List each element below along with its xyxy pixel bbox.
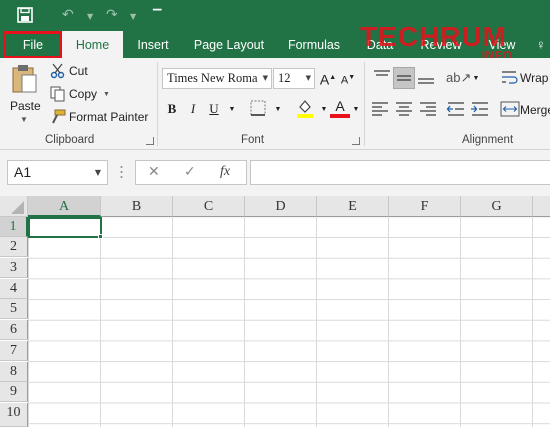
font-dialog-launcher[interactable]	[352, 137, 360, 145]
bold-button[interactable]: B	[162, 99, 182, 119]
undo-icon[interactable]: ↶	[62, 6, 74, 24]
tab-insert[interactable]: Insert	[132, 31, 174, 58]
redo-dropdown-icon[interactable]: ▼	[130, 8, 136, 26]
font-name-combo[interactable]: Times New Roma ▼	[162, 68, 272, 89]
scissors-icon	[50, 63, 65, 79]
top-align-icon[interactable]	[372, 68, 392, 86]
redo-icon[interactable]: ↷	[106, 6, 118, 24]
column-header-c[interactable]: C	[173, 196, 245, 217]
fill-handle[interactable]	[98, 234, 103, 239]
wrap-text-icon[interactable]	[500, 68, 520, 86]
align-right-icon[interactable]	[418, 100, 438, 118]
copy-label: Copy	[69, 87, 98, 101]
column-header-d[interactable]: D	[245, 196, 317, 217]
group-divider	[364, 62, 365, 146]
active-cell-a1[interactable]	[28, 217, 102, 238]
align-left-icon[interactable]	[370, 100, 390, 118]
font-size-value: 12	[278, 71, 291, 85]
clipboard-dialog-launcher[interactable]	[146, 137, 154, 145]
merge-center-button[interactable]: Merge	[520, 103, 550, 117]
paste-button[interactable]: Paste	[10, 99, 41, 113]
chevron-down-icon: ▼	[305, 74, 311, 82]
cut-button[interactable]: Cut	[50, 62, 88, 80]
wrap-text-button[interactable]: Wrap	[520, 71, 548, 85]
format-painter-icon	[52, 109, 66, 124]
paste-icon[interactable]	[12, 64, 38, 94]
copy-button[interactable]: Copy ▼	[50, 85, 110, 103]
increase-indent-icon[interactable]	[470, 100, 490, 118]
insert-function-icon[interactable]: fx	[220, 164, 230, 180]
bottom-align-icon[interactable]	[416, 68, 436, 86]
align-center-icon[interactable]	[394, 100, 414, 118]
save-icon[interactable]	[17, 7, 33, 23]
decrease-indent-icon[interactable]	[446, 100, 466, 118]
row-header-2[interactable]: 2	[0, 237, 28, 257]
clipboard-group-label: Clipboard	[45, 134, 95, 146]
decrease-font-size-icon[interactable]: A▼	[338, 68, 358, 88]
row-header-5[interactable]: 5	[0, 299, 28, 319]
tab-page-layout[interactable]: Page Layout	[190, 31, 268, 58]
tab-formulas[interactable]: Formulas	[283, 31, 345, 58]
middle-align-button[interactable]	[393, 67, 415, 89]
select-all-button[interactable]	[0, 196, 28, 217]
alignment-group-label: Alignment	[462, 134, 514, 146]
row-header-1[interactable]: 1	[0, 217, 28, 237]
column-header-a[interactable]: A	[28, 196, 101, 217]
copy-dropdown-icon[interactable]: ▼	[103, 91, 110, 98]
cell-area[interactable]	[28, 217, 550, 427]
paste-dropdown-icon[interactable]: ▼	[20, 115, 28, 124]
column-header-g[interactable]: G	[461, 196, 533, 217]
group-divider	[157, 62, 158, 146]
copy-icon	[50, 86, 65, 102]
increase-font-size-icon[interactable]: A▲	[318, 68, 338, 88]
enter-icon[interactable]: ✓	[184, 164, 196, 180]
underline-button[interactable]: U	[204, 99, 224, 119]
column-header-b[interactable]: B	[101, 196, 173, 217]
borders-dropdown-icon[interactable]: ▼	[268, 100, 288, 120]
font-name-value: Times New Roma	[167, 71, 258, 85]
formula-buttons: ✕ ✓ fx	[135, 160, 247, 185]
row-header-4[interactable]: 4	[0, 279, 28, 299]
orientation-dropdown-icon[interactable]: ▼	[466, 69, 486, 89]
formula-input[interactable]	[250, 160, 550, 185]
font-group-label: Font	[241, 134, 265, 146]
row-header-10[interactable]: 10	[0, 403, 28, 427]
tab-file[interactable]: File	[3, 31, 63, 59]
cut-label: Cut	[69, 64, 88, 78]
name-box[interactable]: A1 ▼	[7, 160, 108, 185]
row-header-6[interactable]: 6	[0, 320, 28, 340]
ribbon-home: Paste ▼ Cut Copy ▼ Format Painter Clipbo…	[0, 58, 550, 150]
select-all-icon	[11, 201, 24, 214]
drag-handle-icon[interactable]	[120, 165, 123, 179]
orientation-icon[interactable]: ab↗	[446, 68, 471, 88]
format-painter-label: Format Painter	[69, 110, 149, 124]
merge-center-icon[interactable]	[500, 100, 520, 118]
customize-quick-access-icon[interactable]: ▔	[153, 7, 161, 25]
techrum-watermark-logo: TECHRUM .INFO	[360, 21, 513, 62]
undo-dropdown-icon[interactable]: ▼	[87, 8, 93, 26]
column-header-partial[interactable]	[533, 196, 550, 217]
column-header-f[interactable]: F	[389, 196, 461, 217]
borders-icon[interactable]	[250, 100, 266, 116]
row-header-7[interactable]: 7	[0, 341, 28, 361]
chevron-down-icon: ▼	[94, 168, 101, 177]
row-header-3[interactable]: 3	[0, 258, 28, 278]
formula-bar: A1 ▼ ✕ ✓ fx	[0, 150, 550, 196]
font-size-combo[interactable]: 12 ▼	[273, 68, 315, 89]
underline-dropdown-icon[interactable]: ▼	[222, 100, 242, 120]
row-header-9[interactable]: 9	[0, 382, 28, 402]
worksheet-grid: A B C D E F G 1 2 3 4 5 6 7 8 9 10	[0, 196, 550, 427]
tab-home[interactable]: Home	[62, 31, 123, 59]
fill-color-icon[interactable]	[296, 98, 314, 118]
name-box-value: A1	[14, 164, 32, 180]
chevron-down-icon: ▼	[262, 74, 268, 82]
middle-align-icon	[397, 75, 411, 81]
cancel-icon[interactable]: ✕	[148, 164, 160, 180]
column-header-e[interactable]: E	[317, 196, 389, 217]
italic-button[interactable]: I	[183, 99, 203, 119]
format-painter-button[interactable]: Format Painter	[50, 108, 148, 126]
row-header-8[interactable]: 8	[0, 362, 28, 382]
font-color-dropdown-icon[interactable]: ▼	[346, 100, 366, 120]
